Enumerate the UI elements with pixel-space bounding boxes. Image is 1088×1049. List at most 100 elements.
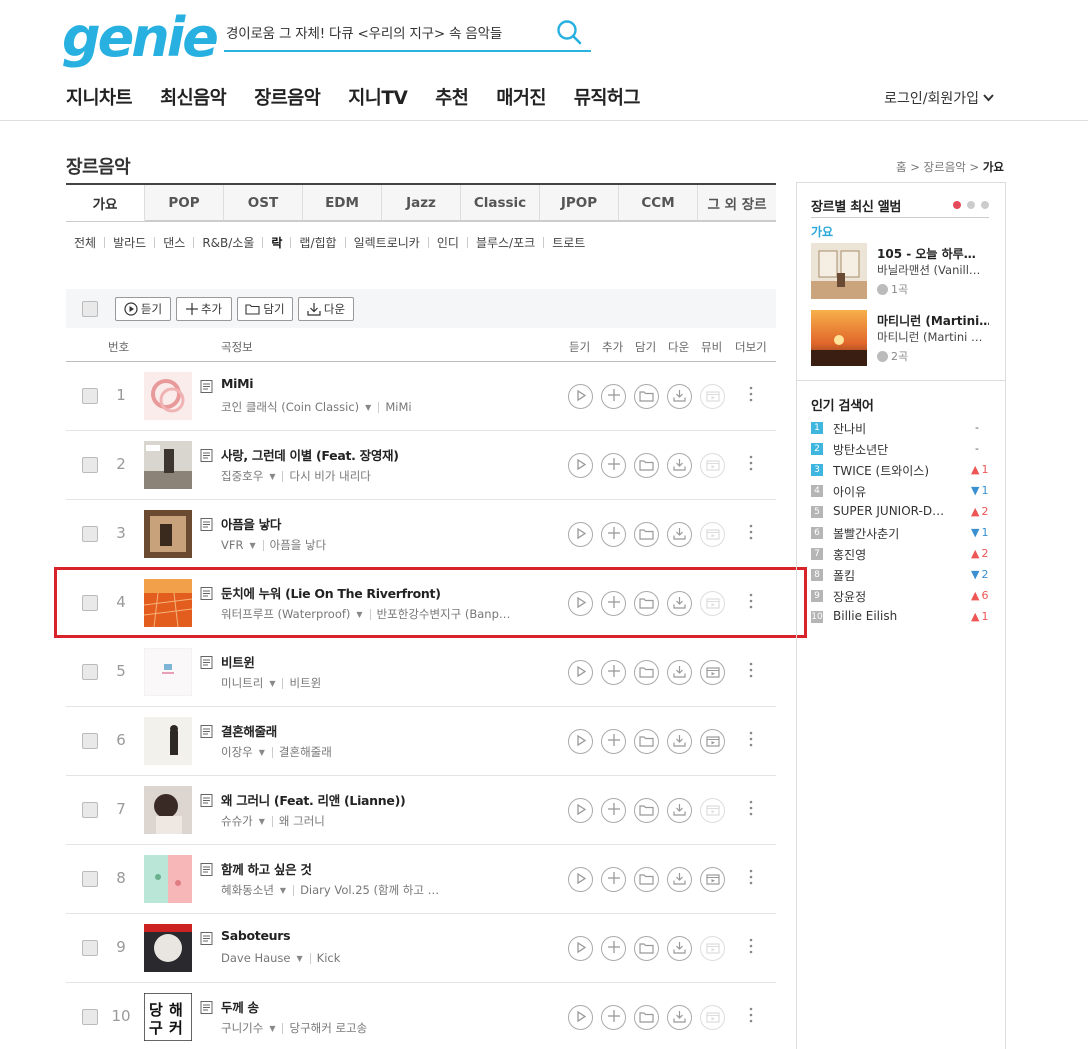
- nav-genie-tv[interactable]: 지니TV: [348, 84, 407, 110]
- lyrics-icon[interactable]: [200, 723, 213, 738]
- add-button[interactable]: [601, 522, 626, 547]
- album-cover[interactable]: [144, 855, 192, 903]
- song-row[interactable]: 4 둔치에 누워 (Lie On The Riverfront) 워터프루프 (Wa…: [66, 569, 776, 638]
- song-checkbox[interactable]: [82, 388, 98, 404]
- mv-button[interactable]: [700, 867, 725, 892]
- mv-button[interactable]: [700, 660, 725, 685]
- breadcrumb-home[interactable]: 홈: [896, 160, 907, 174]
- album-item[interactable]: 105 - 오늘 하루… 바닐라맨션 (Vanill… 1곡: [811, 243, 991, 301]
- tab-jpop[interactable]: JPOP: [540, 185, 619, 221]
- song-title[interactable]: MiMi: [221, 376, 254, 391]
- play-button[interactable]: [568, 936, 593, 961]
- save-button[interactable]: [634, 591, 659, 616]
- more-options-icon[interactable]: [746, 867, 756, 887]
- more-options-icon[interactable]: [746, 591, 756, 611]
- carousel-dot-1[interactable]: [953, 201, 961, 209]
- play-button[interactable]: [568, 798, 593, 823]
- genie-logo[interactable]: genie: [62, 8, 219, 68]
- artist-dropdown-icon[interactable]: ▼: [249, 541, 255, 550]
- save-button[interactable]: [634, 453, 659, 478]
- search-keyword[interactable]: 아이유: [833, 483, 953, 500]
- breadcrumb-genre[interactable]: 장르음악: [924, 160, 966, 174]
- song-row[interactable]: 3 아픔을 낳다 VFR ▼ 아픔을 낳다: [66, 500, 776, 569]
- search-input[interactable]: [226, 24, 536, 40]
- popular-search-item[interactable]: 3 TWICE (트와이스) ▲ 1: [811, 461, 991, 482]
- search-keyword[interactable]: 방탄소년단: [833, 441, 953, 458]
- album-link[interactable]: 결혼해줄래: [279, 744, 332, 760]
- song-row[interactable]: 6 결혼해줄래 이장우 ▼ 결혼해줄래: [66, 707, 776, 776]
- add-button[interactable]: [601, 867, 626, 892]
- search-keyword[interactable]: TWICE (트와이스): [833, 462, 953, 479]
- more-options-icon[interactable]: [746, 729, 756, 749]
- nav-music-hug[interactable]: 뮤직허그: [574, 84, 641, 110]
- artist-dropdown-icon[interactable]: ▼: [269, 679, 275, 688]
- song-row[interactable]: 8 함께 하고 싶은 것 혜화동소년 ▼ Diary Vol.25 (함께 하고 …: [66, 845, 776, 914]
- popular-search-item[interactable]: 7 홍진영 ▲ 2: [811, 545, 991, 566]
- download-button[interactable]: [667, 729, 692, 754]
- album-cover[interactable]: [144, 717, 192, 765]
- album-title[interactable]: 마티니런 (Martini…: [877, 312, 989, 329]
- album-link[interactable]: MiMi: [385, 400, 411, 414]
- subgenre-electronica[interactable]: 일렉트로니카: [354, 234, 420, 251]
- search-keyword[interactable]: Billie Eilish: [833, 609, 953, 623]
- login-menu[interactable]: 로그인/회원가입: [884, 88, 994, 108]
- save-button[interactable]: [634, 660, 659, 685]
- album-cover[interactable]: [144, 441, 192, 489]
- album-link[interactable]: Diary Vol.25 (함께 하고 …: [300, 882, 439, 898]
- play-selected-button[interactable]: 듣기: [115, 297, 171, 321]
- album-link[interactable]: 당구해커 로고송: [289, 1020, 367, 1036]
- album-artist[interactable]: 마티니런 (Martini …: [877, 329, 989, 345]
- search-keyword[interactable]: 잔나비: [833, 420, 953, 437]
- search-keyword[interactable]: SUPER JUNIOR-D…: [833, 504, 953, 518]
- song-checkbox[interactable]: [82, 595, 98, 611]
- song-checkbox[interactable]: [82, 1009, 98, 1025]
- song-title[interactable]: 아픔을 낳다: [221, 514, 281, 533]
- subgenre-dance[interactable]: 댄스: [163, 234, 185, 251]
- artist-link[interactable]: 코인 클래식 (Coin Classic): [221, 399, 359, 415]
- album-cover[interactable]: 당해구커: [144, 993, 192, 1041]
- download-selected-button[interactable]: 다운: [298, 297, 354, 321]
- save-button[interactable]: [634, 936, 659, 961]
- song-row[interactable]: 5 비트윈 미니트리 ▼ 비트윈: [66, 638, 776, 707]
- album-cover[interactable]: [144, 372, 192, 420]
- nav-magazine[interactable]: 매거진: [496, 84, 546, 110]
- more-options-icon[interactable]: [746, 453, 756, 473]
- save-button[interactable]: [634, 729, 659, 754]
- add-button[interactable]: [601, 384, 626, 409]
- artist-dropdown-icon[interactable]: ▼: [297, 954, 303, 963]
- song-title[interactable]: 결혼해줄래: [221, 721, 277, 740]
- song-checkbox[interactable]: [82, 940, 98, 956]
- lyrics-icon[interactable]: [200, 930, 213, 945]
- play-button[interactable]: [568, 867, 593, 892]
- artist-link[interactable]: 구니기수: [221, 1020, 263, 1036]
- nav-recommend[interactable]: 추천: [435, 84, 469, 110]
- song-title[interactable]: 왜 그러니 (Feat. 리앤 (Lianne)): [221, 790, 406, 809]
- album-artist[interactable]: 바닐라맨션 (Vanill…: [877, 262, 989, 278]
- album-cover[interactable]: [144, 648, 192, 696]
- album-title[interactable]: 105 - 오늘 하루…: [877, 245, 989, 262]
- artist-dropdown-icon[interactable]: ▼: [269, 1024, 275, 1033]
- more-options-icon[interactable]: [746, 522, 756, 542]
- artist-link[interactable]: 혜화동소년: [221, 882, 274, 898]
- artist-link[interactable]: 워터프루프 (Waterproof): [221, 606, 350, 622]
- save-button[interactable]: [634, 1005, 659, 1030]
- album-cover[interactable]: [144, 924, 192, 972]
- search-keyword[interactable]: 장윤정: [833, 588, 953, 605]
- album-item[interactable]: 마티니런 (Martini… 마티니런 (Martini … 2곡: [811, 310, 991, 368]
- song-checkbox[interactable]: [82, 526, 98, 542]
- nav-new-music[interactable]: 최신음악: [160, 84, 227, 110]
- artist-dropdown-icon[interactable]: ▼: [280, 886, 286, 895]
- album-link[interactable]: 왜 그러니: [279, 813, 325, 829]
- play-button[interactable]: [568, 729, 593, 754]
- download-button[interactable]: [667, 522, 692, 547]
- artist-dropdown-icon[interactable]: ▼: [259, 817, 265, 826]
- song-checkbox[interactable]: [82, 802, 98, 818]
- tab-other-genres[interactable]: 그 외 장르: [698, 185, 776, 221]
- more-options-icon[interactable]: [746, 1005, 756, 1025]
- artist-link[interactable]: VFR: [221, 538, 243, 552]
- subgenre-rock[interactable]: 락: [271, 234, 282, 251]
- save-button[interactable]: [634, 867, 659, 892]
- download-button[interactable]: [667, 1005, 692, 1030]
- tab-kpop[interactable]: 가요: [66, 185, 145, 221]
- album-link[interactable]: Kick: [317, 951, 341, 965]
